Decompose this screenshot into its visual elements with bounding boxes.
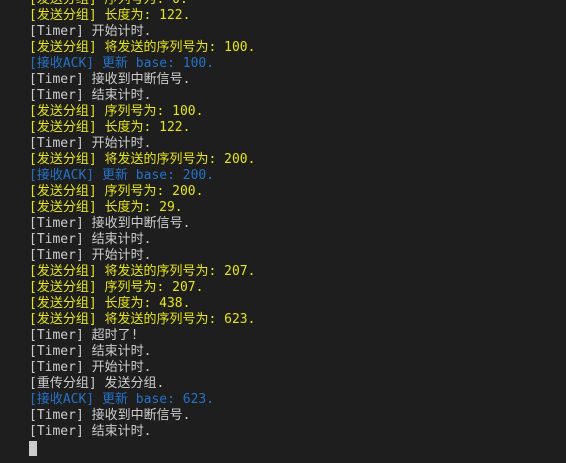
log-line: [发送分组] 长度为: 29. bbox=[29, 200, 183, 215]
log-line: [Timer] 结束计时. bbox=[29, 88, 152, 103]
log-line: [发送分组] 将发送的序列号为: 207. bbox=[29, 264, 256, 279]
log-line: [Timer] 接收到中断信号. bbox=[29, 72, 191, 87]
log-line: [接收ACK] 更新 base: 623. bbox=[29, 392, 215, 407]
log-line: [接收ACK] 更新 base: 100. bbox=[29, 56, 215, 71]
output-lines: [发送分组] 序列号为: 0.[发送分组] 长度为: 122.[Timer] 开… bbox=[29, 0, 566, 440]
log-line: [Timer] 开始计时. bbox=[29, 136, 152, 151]
log-line: [发送分组] 序列号为: 207. bbox=[29, 280, 204, 295]
log-line: [Timer] 结束计时. bbox=[29, 232, 152, 247]
log-line: [Timer] 结束计时. bbox=[29, 344, 152, 359]
log-line: [Timer] 开始计时. bbox=[29, 360, 152, 375]
log-line: [发送分组] 序列号为: 200. bbox=[29, 184, 204, 199]
log-line: [发送分组] 将发送的序列号为: 623. bbox=[29, 312, 256, 327]
log-line: [Timer] 超时了! bbox=[29, 328, 139, 343]
log-line: [发送分组] 序列号为: 100. bbox=[29, 104, 204, 119]
log-line: [发送分组] 长度为: 122. bbox=[29, 120, 191, 135]
log-line: [发送分组] 将发送的序列号为: 100. bbox=[29, 40, 256, 55]
terminal-output[interactable]: [发送分组] 序列号为: 0.[发送分组] 长度为: 122.[Timer] 开… bbox=[0, 0, 566, 463]
log-line: [Timer] 结束计时. bbox=[29, 424, 152, 439]
log-line: [发送分组] 将发送的序列号为: 200. bbox=[29, 152, 256, 167]
log-line: [接收ACK] 更新 base: 200. bbox=[29, 168, 215, 183]
log-line: [Timer] 接收到中断信号. bbox=[29, 216, 191, 231]
log-line: [Timer] 开始计时. bbox=[29, 248, 152, 263]
log-line: [重传分组] 发送分组. bbox=[29, 376, 165, 391]
log-line: [发送分组] 长度为: 122. bbox=[29, 8, 191, 23]
text-cursor bbox=[29, 441, 37, 456]
prompt-line[interactable] bbox=[29, 440, 566, 456]
log-line: [发送分组] 长度为: 438. bbox=[29, 296, 191, 311]
log-line: [发送分组] 序列号为: 0. bbox=[29, 0, 566, 8]
log-line: [Timer] 开始计时. bbox=[29, 24, 152, 39]
log-line: [Timer] 接收到中断信号. bbox=[29, 408, 191, 423]
